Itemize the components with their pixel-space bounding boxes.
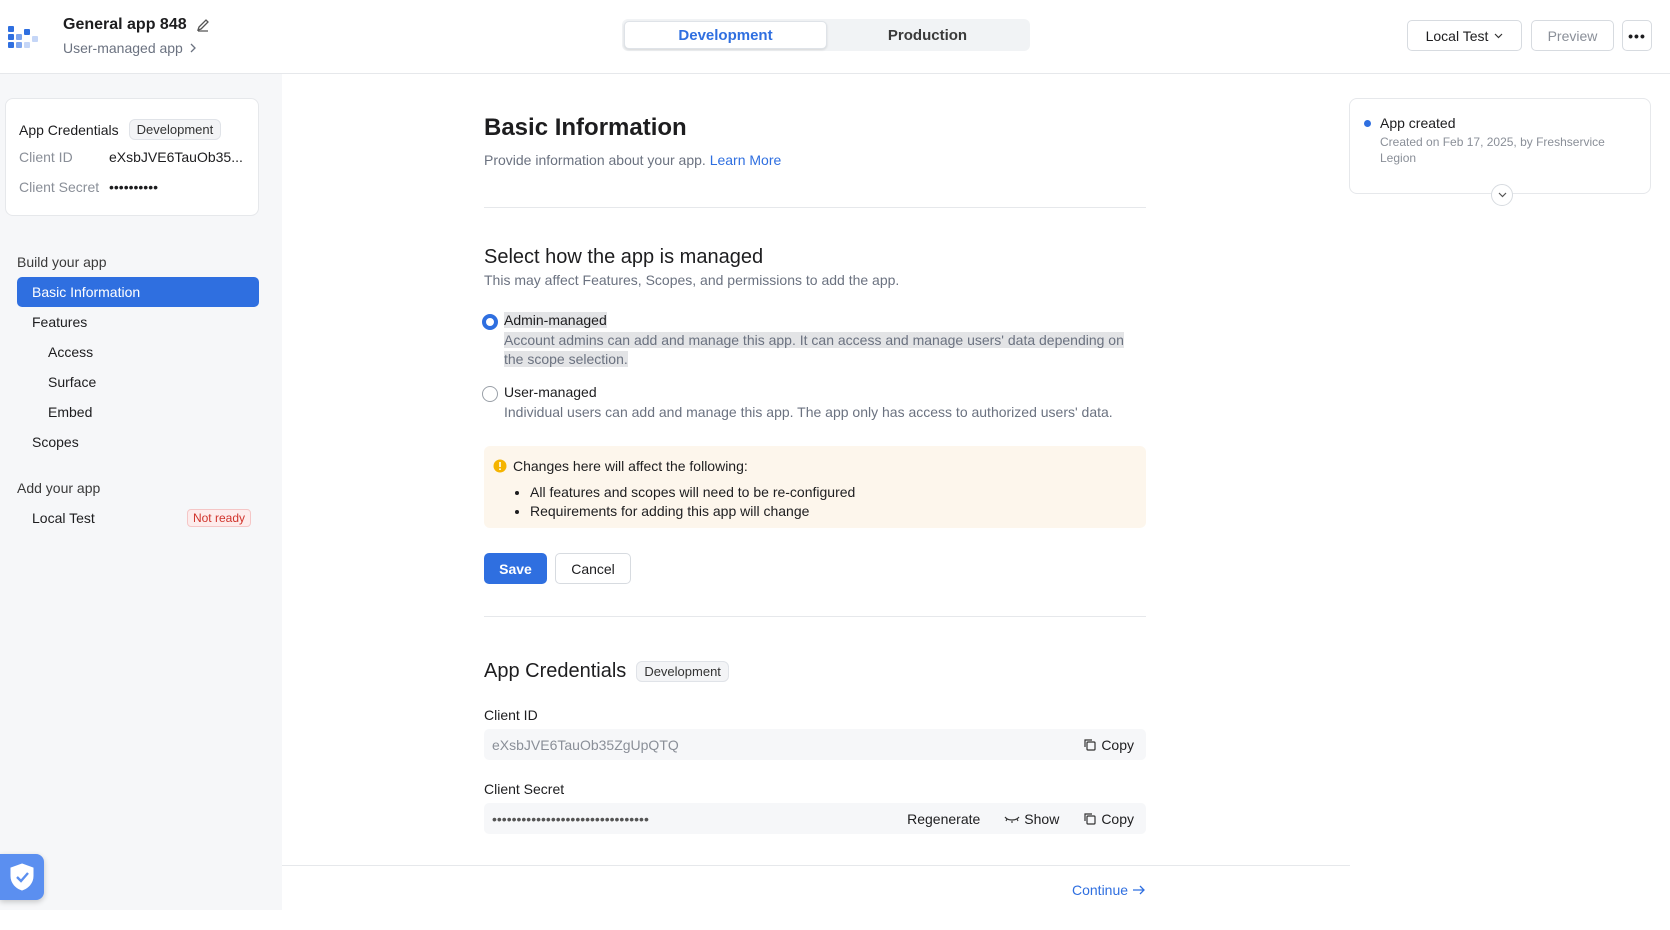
shield-check-icon <box>10 863 34 891</box>
copy-label: Copy <box>1101 810 1134 827</box>
sidebar-item-scopes[interactable]: Scopes <box>17 427 259 457</box>
admin-managed-radio[interactable] <box>482 314 498 330</box>
sidebar-item-basic-information[interactable]: Basic Information <box>17 277 259 307</box>
cancel-button[interactable]: Cancel <box>555 553 631 584</box>
status-badge: Not ready <box>186 509 251 527</box>
regenerate-button[interactable]: Regenerate <box>907 811 980 827</box>
page-title: Basic Information <box>484 114 687 141</box>
managed-section-title: Select how the app is managed <box>484 246 764 268</box>
activity-card: App created Created on Feb 17, 2025, by … <box>1349 98 1651 206</box>
admin-managed-description-text: Account admins can add and manage this a… <box>504 332 1124 367</box>
sidebar: App Credentials Development Client ID eX… <box>0 74 282 910</box>
client-secret-label: Client Secret <box>19 179 100 195</box>
section-divider <box>484 207 1146 208</box>
copy-client-secret-button[interactable]: Copy <box>1083 811 1134 827</box>
arrow-right-icon <box>1133 885 1145 895</box>
footer-divider <box>282 865 1350 866</box>
top-bar: General app 848 User-managed app Develop… <box>0 0 1670 74</box>
chevron-right-icon <box>190 43 196 53</box>
learn-more-link[interactable]: Learn More <box>710 152 782 168</box>
chevron-down-icon <box>1498 192 1506 198</box>
warning-list: All features and scopes will need to be … <box>530 483 855 521</box>
local-test-label: Local Test <box>1425 27 1489 44</box>
client-id-field: eXsbJVE6TauOb35ZgUpQTQ Copy <box>484 729 1146 760</box>
sidebar-credentials-card: App Credentials Development Client ID eX… <box>5 98 259 216</box>
warning-item: All features and scopes will need to be … <box>530 483 855 502</box>
sidebar-item-local-test[interactable]: Local Test Not ready <box>17 503 259 533</box>
user-managed-label: User-managed <box>504 384 597 400</box>
continue-label: Continue <box>1072 882 1129 898</box>
warning-callout: Changes here will affect the following: … <box>484 446 1146 528</box>
sidebar-item-access[interactable]: Access <box>17 337 259 367</box>
activity-description: Created on Feb 17, 2025, by Freshservice… <box>1380 135 1605 165</box>
managed-section-subtitle: This may affect Features, Scopes, and pe… <box>484 272 900 288</box>
environment-badge: Development <box>128 119 222 140</box>
app-title-text: General app 848 <box>63 16 187 33</box>
section-divider <box>484 616 1146 617</box>
client-secret-actions: Regenerate Show Copy <box>907 803 1134 834</box>
client-id-label: Client ID <box>19 149 73 165</box>
more-options-button[interactable]: ••• <box>1622 20 1652 51</box>
sidebar-client-id-row: Client ID eXsbJVE6TauOb35... <box>19 149 249 165</box>
client-id-value: eXsbJVE6TauOb35ZgUpQTQ <box>492 736 679 753</box>
tab-development[interactable]: Development <box>624 21 827 49</box>
activity-dot <box>1364 120 1371 127</box>
app-subtitle[interactable]: User-managed app <box>63 40 197 56</box>
copy-icon <box>1084 738 1096 751</box>
expand-activity-button[interactable] <box>1491 184 1513 206</box>
page-description-text: Provide information about your app. <box>484 152 706 168</box>
sidebar-item-features[interactable]: Features <box>17 307 259 337</box>
copy-label: Copy <box>1101 736 1134 753</box>
copy-client-id-button[interactable]: Copy <box>1083 737 1134 753</box>
credentials-title-text: App Credentials <box>19 121 119 138</box>
sidebar-credentials-title: App Credentials Development <box>19 119 222 140</box>
sidebar-client-secret-row: Client Secret •••••••••• <box>19 179 249 195</box>
warning-icon <box>493 459 507 473</box>
admin-managed-description: Account admins can add and manage this a… <box>504 331 1134 369</box>
edit-pencil-icon[interactable] <box>195 17 211 33</box>
sidebar-item-label: Local Test <box>32 510 95 526</box>
preview-button[interactable]: Preview <box>1531 20 1614 51</box>
app-subtitle-text: User-managed app <box>63 40 183 56</box>
show-label: Show <box>1024 810 1060 827</box>
build-section-label: Build your app <box>17 254 107 270</box>
user-managed-description: Individual users can add and manage this… <box>504 404 1113 420</box>
user-managed-radio[interactable] <box>482 386 498 402</box>
app-title: General app 848 <box>63 16 211 34</box>
credentials-title-text: App Credentials <box>484 660 627 682</box>
main-content: Basic Information Provide information ab… <box>282 74 1350 910</box>
client-secret-value: •••••••••• <box>109 179 159 195</box>
client-id-value: eXsbJVE6TauOb35... <box>109 149 243 165</box>
save-button[interactable]: Save <box>484 553 547 584</box>
app-logo-icon <box>8 26 42 48</box>
option-user-managed[interactable]: User-managed Individual users can add an… <box>482 384 1152 424</box>
local-test-dropdown[interactable]: Local Test <box>1407 20 1522 51</box>
page-description: Provide information about your app. Lear… <box>484 152 781 168</box>
copy-icon <box>1084 812 1096 825</box>
client-secret-label: Client Secret <box>484 781 565 797</box>
environment-badge: Development <box>636 661 729 682</box>
chevron-down-icon <box>1494 33 1503 38</box>
activity-title: App created <box>1380 115 1456 131</box>
warning-heading-text: Changes here will affect the following: <box>513 458 748 474</box>
admin-managed-label: Admin-managed <box>504 312 607 328</box>
continue-button[interactable]: Continue <box>1072 882 1146 898</box>
warning-item: Requirements for adding this app will ch… <box>530 502 855 521</box>
tab-production[interactable]: Production <box>827 21 1028 49</box>
security-shield-button[interactable] <box>0 854 44 900</box>
show-secret-button[interactable]: Show <box>1004 811 1059 827</box>
sidebar-item-surface[interactable]: Surface <box>17 367 259 397</box>
add-section-label: Add your app <box>17 480 101 496</box>
option-admin-managed[interactable]: Admin-managed Account admins can add and… <box>482 312 1152 367</box>
client-id-label: Client ID <box>484 707 538 723</box>
client-id-actions: Copy <box>1083 729 1134 760</box>
warning-heading: Changes here will affect the following: <box>493 458 748 474</box>
eye-closed-icon <box>1004 816 1020 823</box>
credentials-section-title: App Credentials Development <box>484 660 729 683</box>
client-secret-field: •••••••••••••••••••••••••••••••• Regener… <box>484 803 1146 834</box>
environment-toggle: Development Production <box>622 19 1030 51</box>
sidebar-item-embed[interactable]: Embed <box>17 397 259 427</box>
client-secret-value: •••••••••••••••••••••••••••••••• <box>492 810 649 827</box>
